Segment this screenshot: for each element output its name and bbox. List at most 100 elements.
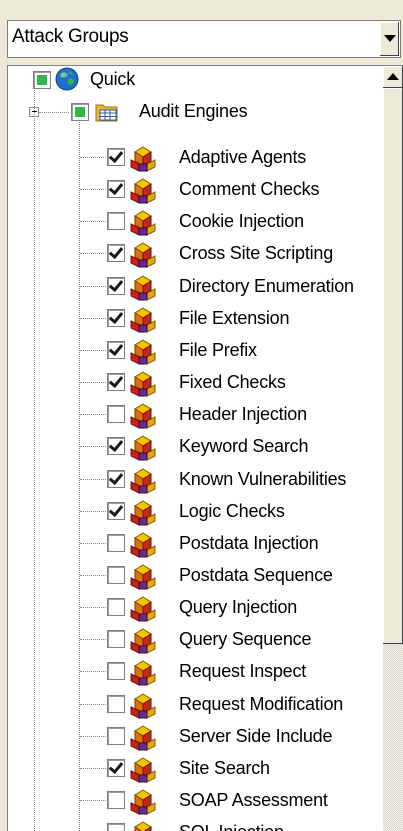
tree-item-label: Site Search — [179, 758, 270, 778]
tree-item-label: SOAP Assessment — [179, 790, 328, 810]
tree-item-label: File Prefix — [179, 340, 257, 360]
tree-item-label: Postdata Injection — [179, 533, 319, 553]
vertical-scrollbar[interactable] — [383, 66, 403, 831]
audit-engine-icon — [130, 339, 156, 365]
audit-engine-icon — [130, 660, 156, 686]
item-checkbox[interactable] — [107, 566, 125, 584]
audit-engine-icon — [134, 821, 152, 831]
audit-engine-icon — [130, 307, 156, 333]
arrow-up-icon — [387, 73, 399, 80]
tree-node-label: Quick — [90, 69, 136, 89]
tree-line — [34, 86, 35, 831]
folder-grid-icon — [95, 104, 118, 122]
globe-icon — [55, 67, 79, 91]
item-checkbox[interactable] — [107, 148, 125, 166]
item-checkbox[interactable] — [107, 598, 125, 616]
tree-line — [80, 511, 106, 512]
item-checkbox[interactable] — [107, 695, 125, 713]
tree-item-label: Request Inspect — [179, 661, 307, 681]
tree-line — [80, 736, 106, 737]
audit-engine-icon — [130, 532, 156, 558]
audit-engine-icon — [130, 146, 156, 172]
item-checkbox[interactable] — [107, 823, 125, 831]
attack-groups-dropdown[interactable]: Attack Groups — [7, 20, 401, 58]
attack-tree[interactable]: Quick Audit Engines Adaptive Agents Comme… — [7, 65, 403, 831]
tree-line — [80, 800, 106, 801]
tree-line — [80, 286, 106, 287]
tree-line — [80, 382, 106, 383]
tree-item-label: Known Vulnerabilities — [179, 469, 347, 489]
dropdown-selected-value: Attack Groups — [12, 26, 129, 47]
tree-line — [80, 543, 106, 544]
audit-engine-icon — [130, 403, 156, 429]
audit-engine-icon — [130, 435, 156, 461]
scroll-up-button[interactable] — [383, 66, 403, 88]
item-checkbox[interactable] — [107, 534, 125, 552]
tree-line — [39, 112, 69, 113]
audit-engine-icon — [130, 210, 156, 236]
tree-line — [80, 639, 106, 640]
tree-item-label: Query Injection — [179, 597, 298, 617]
item-checkbox[interactable] — [107, 727, 125, 745]
item-checkbox[interactable] — [107, 212, 125, 230]
tree-line — [80, 575, 106, 576]
audit-engine-icon — [130, 596, 156, 622]
tree-item-label: Fixed Checks — [179, 372, 286, 392]
audit-engine-icon — [130, 725, 156, 751]
tree-item-label: Directory Enumeration — [179, 276, 354, 296]
item-checkbox[interactable] — [107, 502, 125, 520]
tree-item-label: Request Modification — [179, 694, 344, 714]
tree-item-label: Postdata Sequence — [179, 565, 333, 585]
tree-item-label: Keyword Search — [179, 436, 309, 456]
tree-line — [80, 479, 106, 480]
tree-item-label: Header Injection — [179, 404, 307, 424]
item-checkbox[interactable] — [107, 405, 125, 423]
dropdown-button[interactable] — [379, 22, 399, 56]
item-checkbox[interactable] — [107, 437, 125, 455]
group-checkbox[interactable] — [71, 103, 89, 121]
tree-item-label: Cross Site Scripting — [179, 243, 334, 263]
tree-line — [80, 189, 106, 190]
item-checkbox[interactable] — [107, 470, 125, 488]
audit-engine-icon — [130, 789, 156, 815]
item-checkbox[interactable] — [107, 309, 125, 327]
tree-line — [80, 350, 106, 351]
tree-item-label: SQL Injection — [179, 821, 284, 831]
tree-line — [80, 704, 106, 705]
tree-line — [80, 318, 106, 319]
tree-item-label: Server Side Include — [179, 726, 333, 746]
item-checkbox[interactable] — [107, 630, 125, 648]
item-checkbox[interactable] — [107, 373, 125, 391]
tree-line — [80, 253, 106, 254]
audit-engine-icon — [130, 500, 156, 526]
item-checkbox[interactable] — [107, 180, 125, 198]
tree-line — [80, 607, 106, 608]
audit-engine-icon — [130, 468, 156, 494]
audit-engine-icon — [130, 757, 156, 783]
scroll-thumb[interactable] — [383, 88, 403, 644]
tree-line — [80, 221, 106, 222]
audit-engine-icon — [130, 693, 156, 719]
audit-engine-icon — [130, 564, 156, 590]
tree-line — [80, 157, 106, 158]
chevron-down-icon — [384, 35, 396, 42]
tree-line — [80, 671, 106, 672]
tree-item-label: Cookie Injection — [179, 211, 304, 231]
item-checkbox[interactable] — [107, 791, 125, 809]
audit-engine-icon — [130, 275, 156, 301]
tree-item-label: Adaptive Agents — [179, 147, 307, 167]
item-checkbox[interactable] — [107, 759, 125, 777]
tree-item-label: Comment Checks — [179, 179, 320, 199]
item-checkbox[interactable] — [107, 341, 125, 359]
tree-item-label: Logic Checks — [179, 501, 285, 521]
root-checkbox[interactable] — [33, 71, 51, 89]
tree-item-label: Query Sequence — [179, 629, 312, 649]
tree-node-label: Audit Engines — [139, 101, 248, 121]
item-checkbox[interactable] — [107, 244, 125, 262]
item-checkbox[interactable] — [107, 277, 125, 295]
tree-line — [80, 768, 106, 769]
audit-engine-icon — [130, 178, 156, 204]
item-checkbox[interactable] — [107, 662, 125, 680]
tree-line — [80, 414, 106, 415]
tree-line — [80, 446, 106, 447]
